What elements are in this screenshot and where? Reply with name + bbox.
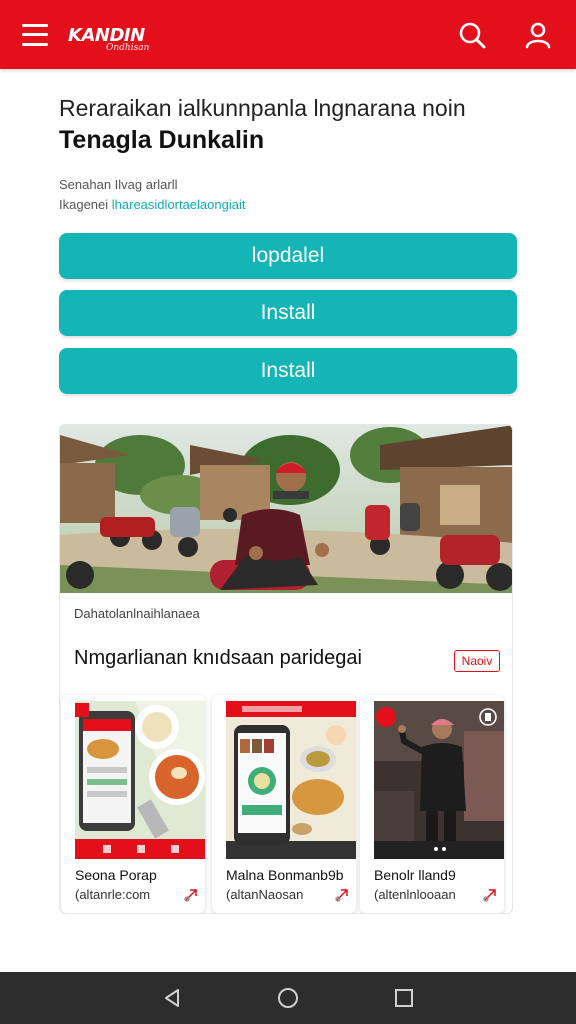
article-headline: Reraraikan ialkunnpanla lngnarana noin T… (59, 94, 519, 156)
thumbnail-image (374, 701, 504, 859)
topbar-actions (456, 19, 554, 51)
app-screen: KANDIN Ondhisan Reraraikan ialkunnpanla … (0, 0, 576, 1024)
system-navigation-bar (0, 972, 576, 1024)
meta-line: Senahan Ilvag arlarll (59, 177, 178, 192)
install-button[interactable]: Install (59, 290, 517, 336)
meta-prefix: Ikagenei (59, 197, 112, 212)
image-caption: Dahatolanlnaihlanaea (74, 606, 200, 621)
thumbnail-image (226, 701, 356, 859)
thumbnail-title: Malna Bonmanb9b (226, 867, 344, 883)
share-icon[interactable] (183, 887, 199, 903)
top-app-bar: KANDIN Ondhisan (0, 0, 576, 69)
article-meta: Senahan Ilvag arlarll Ikagenei lhareasid… (59, 175, 245, 215)
recents-icon[interactable] (392, 986, 416, 1010)
home-icon[interactable] (276, 986, 300, 1010)
headline-subtitle: Reraraikan ialkunnpanla lngnarana noin (59, 95, 466, 121)
news-badge[interactable]: Naoiv (454, 650, 500, 672)
thumbnail-source: (altanNaosan (226, 887, 304, 902)
news-card: Dahatolanlnaihlanaea Nmgarlianan knıdsaa… (59, 424, 513, 914)
app-logo[interactable]: KANDIN Ondhisan (68, 15, 168, 55)
thumbnail-title: Seona Porap (75, 867, 157, 883)
thumbnail-card[interactable]: Malna Bonmanb9b (altanNaosan (212, 695, 356, 913)
hero-image[interactable] (60, 425, 512, 593)
related-thumbnails: Seona Porap (altanrle:com Malna Bonmanb9… (60, 695, 512, 913)
hamburger-menu-icon[interactable] (22, 23, 48, 46)
share-icon[interactable] (482, 887, 498, 903)
user-icon[interactable] (522, 19, 554, 51)
thumbnail-source: (altanrle:com (75, 887, 151, 902)
thumbnail-card[interactable]: Seona Porap (altanrle:com (61, 695, 205, 913)
install-button-secondary[interactable]: Install (59, 348, 517, 394)
headline-title: Tenagla Dunkalin (59, 126, 265, 154)
meta-link[interactable]: lhareasidlortaelaongiait (112, 197, 246, 212)
thumbnail-image (75, 701, 205, 859)
thumbnail-title: Benolr lland9 (374, 867, 456, 883)
meta-source-line: Ikagenei lhareasidlortaelaongiait (59, 195, 245, 215)
share-icon[interactable] (334, 887, 350, 903)
logo-subtext: Ondhisan (106, 42, 150, 53)
back-icon[interactable] (160, 986, 184, 1010)
search-icon[interactable] (456, 19, 488, 51)
thumbnail-card[interactable]: Benolr lland9 (altenlnlooaan (360, 695, 504, 913)
thumbnail-source: (altenlnlooaan (374, 887, 456, 902)
section-title: Nmgarlianan knıdsaan paridegai (74, 647, 362, 669)
primary-action-button[interactable]: lopdalel (59, 233, 517, 279)
